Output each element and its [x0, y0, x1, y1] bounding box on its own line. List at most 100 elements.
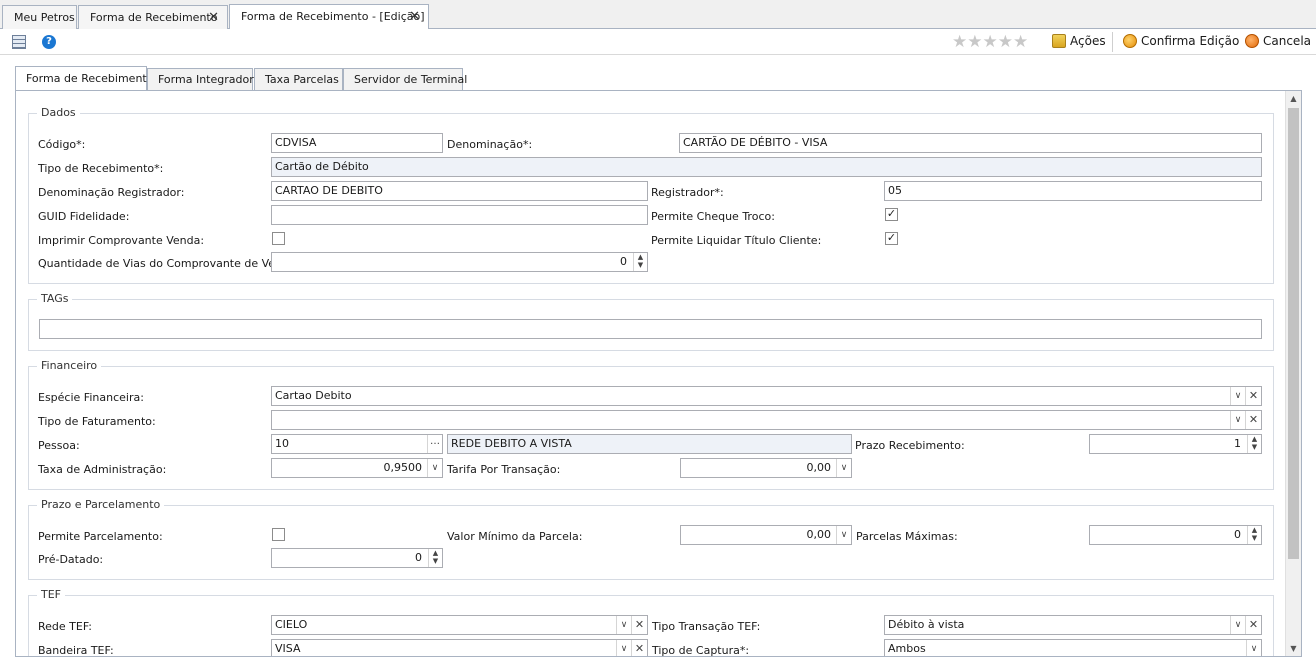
help-icon[interactable]: ?	[42, 35, 56, 49]
pessoa-label: Pessoa:	[38, 439, 80, 452]
tab-label: Forma Integrador	[158, 73, 254, 86]
tipo-transacao-tef-value: Débito à vista	[888, 618, 965, 631]
permite-parcelamento-checkbox[interactable]	[272, 528, 285, 541]
cancela-button[interactable]: Cancela	[1245, 34, 1311, 48]
actions-icon	[1052, 34, 1066, 48]
permite-cheque-troco-checkbox[interactable]: ✓	[885, 208, 898, 221]
tipo-recebimento-label: Tipo de Recebimento*:	[38, 162, 164, 175]
imprimir-comprovante-checkbox[interactable]	[272, 232, 285, 245]
valor-minimo-value: 0,00	[806, 528, 832, 541]
tags-input[interactable]	[39, 319, 1262, 339]
tab-servidor-terminal[interactable]: Servidor de Terminal	[343, 68, 467, 91]
prazo-recebimento-label: Prazo Recebimento:	[855, 439, 965, 452]
doc-tab-meu-petros[interactable]: Meu Petros	[2, 5, 77, 29]
chevron-down-icon[interactable]: ∨	[1230, 387, 1245, 405]
close-icon[interactable]: ✕	[208, 10, 219, 25]
spin-arrows-icon[interactable]: ▲ ▼	[1247, 435, 1261, 453]
tipo-captura-label: Tipo de Captura*:	[652, 644, 750, 657]
tarifa-transacao-label: Tarifa Por Transação:	[447, 463, 561, 476]
doc-tab-label: Meu Petros	[14, 11, 75, 24]
permite-parcelamento-label: Permite Parcelamento:	[38, 530, 163, 543]
confirma-edicao-button[interactable]: Confirma Edição	[1123, 34, 1239, 48]
denominacao-label: Denominação*:	[447, 138, 533, 151]
denominacao-input[interactable]: CARTÃO DE DÉBITO - VISA	[679, 133, 1262, 153]
quantidade-vias-label: Quantidade de Vias do Comprovante de Ven…	[38, 257, 300, 270]
ellipsis-icon[interactable]: …	[427, 435, 442, 453]
grid-view-icon[interactable]	[12, 35, 26, 49]
registrador-input[interactable]: 05	[884, 181, 1262, 201]
group-title: Prazo e Parcelamento	[37, 498, 165, 511]
valor-minimo-input[interactable]: 0,00 ∨	[680, 525, 852, 545]
vertical-scrollbar[interactable]: ▲ ▼	[1285, 91, 1301, 656]
group-title: Dados	[37, 106, 80, 119]
denominacao-registrador-label: Denominação Registrador:	[38, 186, 185, 199]
guid-fidelidade-label: GUID Fidelidade:	[38, 210, 130, 223]
prazo-recebimento-input[interactable]: 1 ▲ ▼	[1089, 434, 1262, 454]
tab-taxa-parcelas[interactable]: Taxa Parcelas	[254, 68, 343, 91]
registrador-label: Registrador*:	[651, 186, 724, 199]
codigo-value: CDVISA	[275, 136, 317, 149]
group-title: Financeiro	[37, 359, 102, 372]
tab-forma-integrador[interactable]: Forma Integrador	[147, 68, 254, 91]
taxa-administracao-value: 0,9500	[383, 461, 423, 474]
scroll-up-icon[interactable]: ▲	[1286, 91, 1301, 106]
tipo-faturamento-select[interactable]: ∨ ✕	[271, 410, 1262, 430]
clear-icon[interactable]: ✕	[631, 640, 647, 656]
parcelas-maximas-input[interactable]: 0 ▲ ▼	[1089, 525, 1262, 545]
pre-datado-value: 0	[415, 551, 422, 564]
acoes-button[interactable]: Ações	[1052, 34, 1106, 48]
doc-tab-label: Forma de Recebimento - [Edição]	[241, 10, 425, 23]
doc-tab-forma-recebimento-edicao[interactable]: Forma de Recebimento - [Edição] ✕	[229, 4, 429, 29]
permite-liquidar-label: Permite Liquidar Título Cliente:	[651, 234, 822, 247]
denominacao-registrador-input[interactable]: CARTAO DE DEBITO	[271, 181, 648, 201]
chevron-down-icon[interactable]: ∨	[616, 640, 631, 656]
scroll-thumb[interactable]	[1288, 108, 1299, 559]
pre-datado-input[interactable]: 0 ▲ ▼	[271, 548, 443, 568]
taxa-administracao-label: Taxa de Administração:	[38, 463, 167, 476]
codigo-input[interactable]: CDVISA	[271, 133, 443, 153]
group-title: TAGs	[37, 292, 73, 305]
rating-stars[interactable]: ★★★★★	[952, 32, 1028, 52]
registrador-value: 05	[888, 184, 902, 197]
chevron-down-icon[interactable]: ∨	[836, 459, 851, 477]
bandeira-tef-select[interactable]: VISA ∨ ✕	[271, 639, 648, 656]
clear-icon[interactable]: ✕	[631, 616, 647, 634]
close-icon[interactable]: ✕	[409, 9, 420, 24]
especie-financeira-select[interactable]: Cartao Debito ∨ ✕	[271, 386, 1262, 406]
quantidade-vias-input[interactable]: 0 ▲ ▼	[271, 252, 648, 272]
bandeira-tef-value: VISA	[275, 642, 301, 655]
chevron-down-icon[interactable]: ∨	[1230, 616, 1245, 634]
chevron-down-icon[interactable]: ∨	[1230, 411, 1245, 429]
form-content: Dados Código*: CDVISA Denominação*: CART…	[15, 90, 1302, 657]
tipo-transacao-tef-select[interactable]: Débito à vista ∨ ✕	[884, 615, 1262, 635]
toolbar-separator	[1112, 32, 1113, 52]
clear-icon[interactable]: ✕	[1245, 387, 1261, 405]
tab-forma-recebimento[interactable]: Forma de Recebimento	[15, 66, 153, 92]
bandeira-tef-label: Bandeira TEF:	[38, 644, 114, 657]
chevron-down-icon[interactable]: ∨	[1246, 640, 1261, 656]
spin-arrows-icon[interactable]: ▲ ▼	[1247, 526, 1261, 544]
tipo-captura-select[interactable]: Ambos ∨	[884, 639, 1262, 656]
clear-icon[interactable]: ✕	[1245, 616, 1261, 634]
parcelas-maximas-label: Parcelas Máximas:	[856, 530, 958, 543]
permite-liquidar-checkbox[interactable]: ✓	[885, 232, 898, 245]
denominacao-registrador-value: CARTAO DE DEBITO	[275, 184, 383, 197]
rede-tef-select[interactable]: CIELO ∨ ✕	[271, 615, 648, 635]
parcelas-maximas-value: 0	[1234, 528, 1241, 541]
group-prazo-parcelamento: Prazo e Parcelamento	[28, 498, 1274, 580]
chevron-down-icon[interactable]: ∨	[427, 459, 442, 477]
prazo-recebimento-value: 1	[1234, 437, 1241, 450]
chevron-down-icon[interactable]: ∨	[616, 616, 631, 634]
clear-icon[interactable]: ✕	[1245, 411, 1261, 429]
guid-fidelidade-input[interactable]	[271, 205, 648, 225]
tipo-captura-value: Ambos	[888, 642, 926, 655]
pessoa-code-value: 10	[275, 437, 289, 450]
spin-arrows-icon[interactable]: ▲ ▼	[428, 549, 442, 567]
taxa-administracao-input[interactable]: 0,9500 ∨	[271, 458, 443, 478]
chevron-down-icon[interactable]: ∨	[836, 526, 851, 544]
tarifa-transacao-input[interactable]: 0,00 ∨	[680, 458, 852, 478]
doc-tab-forma-recebimento[interactable]: Forma de Recebimento ✕	[78, 5, 228, 29]
pessoa-code-input[interactable]: 10 …	[271, 434, 443, 454]
spin-arrows-icon[interactable]: ▲ ▼	[633, 253, 647, 271]
scroll-down-icon[interactable]: ▼	[1286, 641, 1301, 656]
